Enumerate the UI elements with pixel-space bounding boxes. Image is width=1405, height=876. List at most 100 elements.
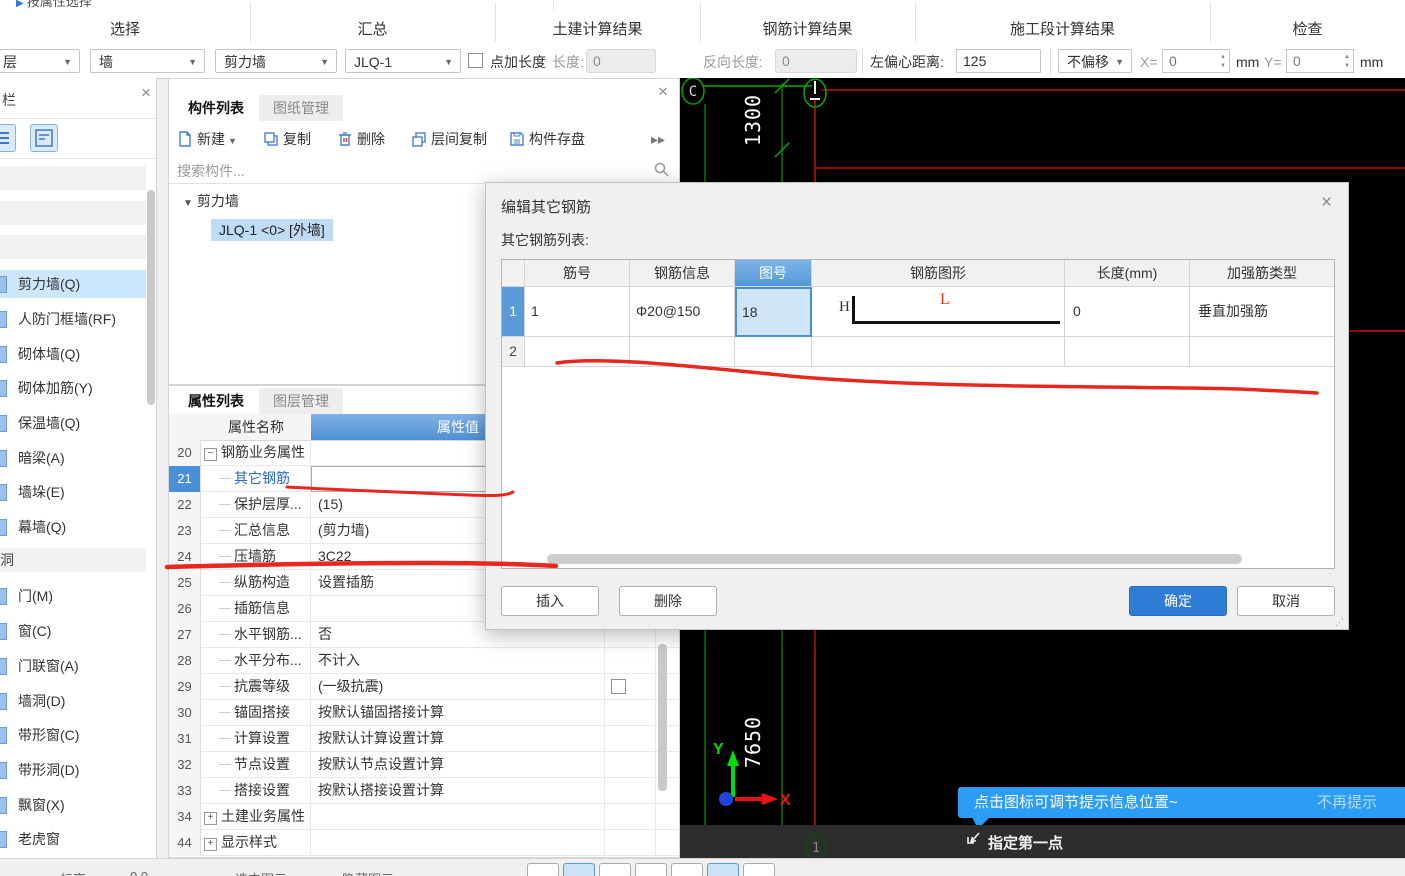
property-name-cell[interactable]: 水平钢筋... <box>201 622 311 648</box>
property-row[interactable]: 33 搭接设置 按默认搭接设置计算 <box>169 778 679 804</box>
cell-rebar-info[interactable]: Φ20@150 <box>630 287 735 337</box>
ribbon-group-civil-results[interactable]: 土建计算结果 <box>495 18 700 42</box>
property-value-cell[interactable]: 按默认锚固搭接计算 <box>311 700 605 726</box>
col-header-info[interactable]: 钢筋信息 <box>630 260 735 287</box>
attach-checkbox[interactable] <box>611 679 626 694</box>
sidebar-item[interactable]: 暗梁(A) <box>0 444 146 472</box>
property-value-cell[interactable]: 不计入 <box>311 648 605 674</box>
sidebar-item[interactable]: 带形窗(C) <box>0 721 146 749</box>
hint-tooltip[interactable]: 点击图标可调节提示信息位置~ 不再提示 <box>958 787 1405 829</box>
property-value-cell[interactable]: 按默认节点设置计算 <box>311 752 605 778</box>
property-row[interactable]: 44 + 显示样式 <box>169 830 679 856</box>
element-dropdown[interactable]: JLQ-1 ▼ <box>345 49 461 73</box>
sidebar-item[interactable]: 墙洞(D) <box>0 687 146 715</box>
empty-cell[interactable] <box>525 337 630 367</box>
col-header-tuhao[interactable]: 图号 <box>735 260 812 287</box>
empty-cell[interactable] <box>812 337 1065 367</box>
sidebar-item[interactable]: 老虎窗 <box>0 825 146 853</box>
reverse-length-input[interactable]: 0 <box>775 49 857 73</box>
sidebar-item[interactable]: 墙垛(E) <box>0 478 146 506</box>
select-by-property-button[interactable]: 按属性选择 <box>27 0 92 9</box>
type-dropdown[interactable]: 剪力墙 ▼ <box>215 49 337 73</box>
new-button[interactable]: 新建 ▼ <box>177 127 237 151</box>
point-add-length-checkbox[interactable] <box>468 53 483 68</box>
property-row[interactable]: 30 锚固搭接 按默认锚固搭接计算 <box>169 700 679 726</box>
offset-mode-dropdown[interactable]: 不偏移 ▼ <box>1058 49 1132 73</box>
sidebar-item[interactable]: 剪力墙(Q) <box>0 270 146 298</box>
list-view-toggle[interactable] <box>0 124 16 152</box>
cell-tuhao-selected[interactable]: 18 <box>735 287 812 337</box>
property-value-cell[interactable]: 按默认计算设置计算 <box>311 726 605 752</box>
bottom-toolbar-button[interactable] <box>599 863 631 876</box>
sidebar-group-header[interactable] <box>0 201 146 225</box>
property-name-cell[interactable]: 汇总信息 <box>201 518 311 544</box>
property-name-cell[interactable]: 抗震等级 <box>201 674 311 700</box>
property-name-cell[interactable]: 锚固搭接 <box>201 700 311 726</box>
sidebar-item[interactable]: 人防门框墙(RF) <box>0 305 146 333</box>
property-name-cell[interactable]: 压墙筋 <box>201 544 311 570</box>
y-spinner[interactable]: 0 ▲ ▼ <box>1286 49 1354 73</box>
property-name-cell[interactable]: 节点设置 <box>201 752 311 778</box>
close-icon[interactable]: × <box>1321 193 1332 212</box>
horizontal-scrollbar[interactable] <box>547 554 1242 564</box>
property-name-cell[interactable]: − 钢筋业务属性 <box>201 440 311 466</box>
property-name-cell[interactable]: 水平分布... <box>201 648 311 674</box>
length-input[interactable]: 0 <box>586 49 656 73</box>
sidebar-scrollbar[interactable] <box>147 190 155 405</box>
delete-button[interactable]: 删除 <box>619 586 717 616</box>
spinner-up-icon[interactable]: ▲ <box>1344 54 1350 60</box>
col-header-shape[interactable]: 钢筋图形 <box>812 260 1065 287</box>
expand-icon[interactable]: + <box>204 838 217 851</box>
sidebar-item[interactable]: 门联窗(A) <box>0 652 146 680</box>
property-row[interactable]: 29 抗震等级 (一级抗震) <box>169 674 679 700</box>
toolbar-overflow-button[interactable]: ▸▸ <box>651 127 665 151</box>
cell-jinhao[interactable]: 1 <box>525 287 630 337</box>
col-header-type[interactable]: 加强筋类型 <box>1190 260 1334 287</box>
delete-button[interactable]: 删除 <box>337 127 385 151</box>
ok-button[interactable]: 确定 <box>1129 586 1227 616</box>
col-header-jinhao[interactable]: 筋号 <box>525 260 630 287</box>
cancel-button[interactable]: 取消 <box>1237 586 1335 616</box>
property-row[interactable]: 32 节点设置 按默认节点设置计算 <box>169 752 679 778</box>
insert-button[interactable]: 插入 <box>501 586 599 616</box>
tree-item-jlq1[interactable]: JLQ-1 <0> [外墙] <box>211 219 333 241</box>
empty-cell[interactable] <box>1065 337 1190 367</box>
bottom-toolbar-button[interactable] <box>563 863 595 876</box>
empty-cell[interactable] <box>1190 337 1334 367</box>
ribbon-group-summary[interactable]: 汇总 <box>250 18 495 42</box>
ribbon-group-check[interactable]: 检查 <box>1210 18 1405 42</box>
property-value-cell[interactable]: 按默认搭接设置计算 <box>311 778 605 804</box>
component-search[interactable]: 搜索构件... <box>169 157 679 184</box>
sidebar-item[interactable]: 砌体加筋(Y) <box>0 374 146 402</box>
floor-dropdown[interactable]: 层 ▼ <box>0 49 80 73</box>
spinner-down-icon[interactable]: ▼ <box>1220 63 1226 69</box>
property-name-cell[interactable]: 搭接设置 <box>201 778 311 804</box>
property-name-cell[interactable]: + 显示样式 <box>201 830 311 856</box>
sidebar-group-header[interactable] <box>0 166 146 190</box>
bottom-toolbar-button[interactable] <box>635 863 667 876</box>
dont-show-again-button[interactable]: 不再提示 <box>1317 787 1377 818</box>
spinner-down-icon[interactable]: ▼ <box>1344 63 1350 69</box>
resize-grip[interactable]: ⋰ <box>1335 617 1345 627</box>
bottom-toolbar-button[interactable] <box>743 863 775 876</box>
sidebar-group-header[interactable] <box>0 235 146 259</box>
property-name-cell[interactable]: 保护层厚... <box>201 492 311 518</box>
tab-drawing-management[interactable]: 图纸管理 <box>259 95 343 121</box>
x-spinner[interactable]: 0 ▲ ▼ <box>1162 49 1230 73</box>
property-value-cell[interactable] <box>311 804 605 830</box>
ribbon-group-section-results[interactable]: 施工段计算结果 <box>915 18 1210 42</box>
sidebar-item[interactable]: 飘窗(X) <box>0 791 146 819</box>
row-number[interactable]: 2 <box>502 337 525 367</box>
bottom-toolbar-button[interactable] <box>671 863 703 876</box>
sidebar-item[interactable]: 门(M) <box>0 582 146 610</box>
name-column-header[interactable]: 属性名称 <box>201 414 311 440</box>
tree-group-shear-wall[interactable]: ▼ 剪力墙 <box>183 191 239 211</box>
sidebar-item[interactable]: 保温墙(Q) <box>0 409 146 437</box>
close-icon[interactable]: × <box>141 84 151 101</box>
ribbon-group-select[interactable]: 选择 <box>0 18 250 42</box>
col-header-length[interactable]: 长度(mm) <box>1065 260 1190 287</box>
spinner-up-icon[interactable]: ▲ <box>1220 54 1226 60</box>
empty-cell[interactable] <box>735 337 812 367</box>
property-row[interactable]: 34 + 土建业务属性 <box>169 804 679 830</box>
detail-view-toggle[interactable] <box>30 124 58 152</box>
